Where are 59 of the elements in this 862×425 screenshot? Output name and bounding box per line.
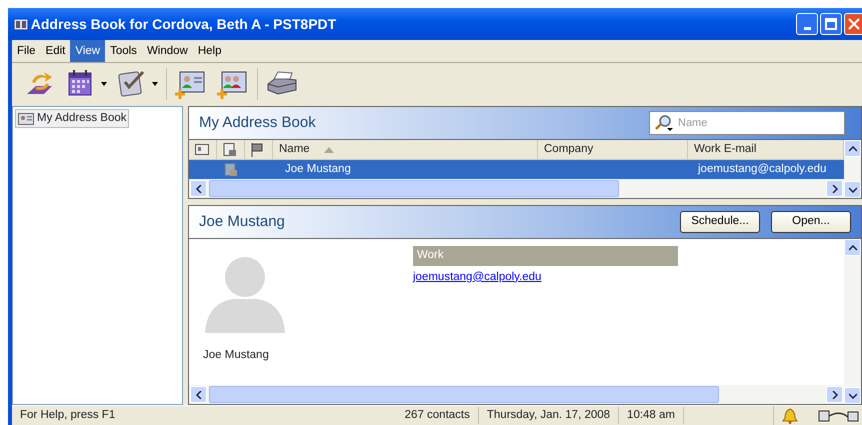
column-header[interactable]: Company (538, 140, 688, 159)
search-icon (654, 114, 674, 132)
folder-item[interactable]: My Address Book (15, 109, 130, 128)
maximize-button[interactable] (820, 13, 842, 35)
window-title: Address Book for Cordova, Beth A - PST8PDT (30, 14, 336, 34)
sort-arrow-icon (324, 146, 334, 152)
scroll-thumb[interactable] (209, 386, 719, 403)
scrollbar[interactable] (844, 140, 861, 198)
scroll-left-button[interactable] (190, 386, 207, 403)
menu-item[interactable]: Edit (40, 40, 70, 62)
contact-silhouette-icon (203, 255, 287, 333)
search-field[interactable]: Name (649, 111, 845, 135)
column-label: Work E-mail (694, 142, 756, 157)
email-link[interactable]: joemustang@calpoly.edu (413, 268, 542, 286)
scroll-right-button[interactable] (826, 386, 843, 403)
scroll-up-button[interactable] (844, 239, 861, 256)
scrollbar[interactable] (189, 385, 844, 404)
scrollbar[interactable] (189, 179, 844, 198)
caret-icon (101, 82, 107, 86)
scrollbar[interactable] (844, 239, 861, 404)
bell-icon (782, 408, 798, 424)
close-icon (848, 18, 860, 30)
contact-row[interactable]: Joe Mustang joemustang@calpoly.edu (189, 160, 844, 179)
minimize-icon (804, 26, 810, 30)
folder-label: My Address Book (37, 111, 126, 126)
contact-count: 267 contacts (396, 406, 479, 424)
address-book-icon (14, 19, 28, 30)
menu-item[interactable]: Window (142, 40, 193, 62)
address-book-icon (18, 112, 34, 125)
column-header[interactable]: Name (273, 140, 538, 159)
scroll-down-button[interactable] (844, 181, 861, 198)
contact-title: Joe Mustang (199, 212, 285, 232)
contact-name: Joe Mustang (203, 348, 269, 363)
column-label: Company (544, 142, 594, 157)
status-help: For Help, press F1 (19, 408, 116, 423)
email-cell-text: joemustang@calpoly.edu (696, 162, 826, 177)
column-label: Name (279, 142, 310, 157)
flag-icon (251, 142, 265, 156)
caret-icon (152, 82, 158, 86)
status-date: Thursday, Jan. 17, 2008 (478, 406, 620, 424)
name-cell-text: Joe Mustang (284, 162, 352, 177)
scroll-left-button[interactable] (190, 180, 207, 197)
menu-item[interactable]: Help (192, 40, 226, 62)
pane-title: My Address Book (199, 112, 316, 133)
detail-button[interactable]: Open... (771, 211, 851, 233)
contact-card-icon (195, 142, 209, 156)
minimize-button[interactable] (796, 13, 818, 35)
detail-button[interactable]: Schedule... (680, 211, 760, 233)
scroll-up-button[interactable] (844, 140, 861, 157)
scroll-down-button[interactable] (844, 387, 861, 404)
scroll-thumb[interactable] (209, 180, 619, 197)
scroll-right-button[interactable] (826, 180, 843, 197)
menu-item[interactable]: File (12, 40, 41, 62)
maximize-icon (825, 18, 837, 30)
status-time: 10:48 am (619, 406, 684, 424)
menu-item[interactable]: Tools (105, 40, 142, 62)
section-header: Work (413, 246, 678, 266)
menu-item[interactable]: View (70, 40, 106, 62)
close-button[interactable] (844, 13, 862, 35)
